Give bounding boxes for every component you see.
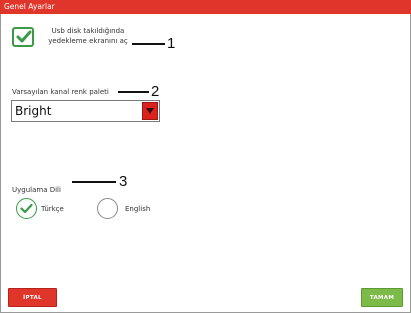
ok-button[interactable]: TAMAM xyxy=(361,288,403,307)
callout-line-1 xyxy=(132,43,165,45)
backup-checkbox-label[interactable]: Usb disk takıldığında yedekleme ekranını… xyxy=(43,26,133,46)
radio-english-label[interactable]: English xyxy=(125,204,150,214)
palette-label: Varsayılan kanal renk paleti xyxy=(12,88,109,96)
callout-number-2: 2 xyxy=(151,83,160,100)
backup-checkbox[interactable] xyxy=(12,27,34,47)
triangle-down-icon xyxy=(146,108,154,114)
palette-select[interactable]: Bright xyxy=(11,100,160,122)
callout-line-2 xyxy=(118,91,149,93)
radio-english[interactable] xyxy=(97,198,118,219)
window-title: Genel Ayarlar xyxy=(4,2,55,11)
checkmark-icon xyxy=(20,203,33,214)
callout-number-3: 3 xyxy=(119,173,128,190)
palette-dropdown-button[interactable] xyxy=(142,102,158,120)
language-label: Uygulama Dili xyxy=(12,186,61,194)
palette-select-value: Bright xyxy=(15,104,52,118)
radio-turkce-label[interactable]: Türkçe xyxy=(41,204,64,214)
radio-turkce[interactable] xyxy=(16,198,37,219)
settings-window xyxy=(0,14,411,313)
callout-line-3 xyxy=(72,181,116,183)
title-bar: Genel Ayarlar xyxy=(0,0,411,14)
cancel-button[interactable]: İPTAL xyxy=(8,288,57,307)
callout-number-1: 1 xyxy=(167,35,176,52)
checkmark-icon xyxy=(16,30,32,43)
